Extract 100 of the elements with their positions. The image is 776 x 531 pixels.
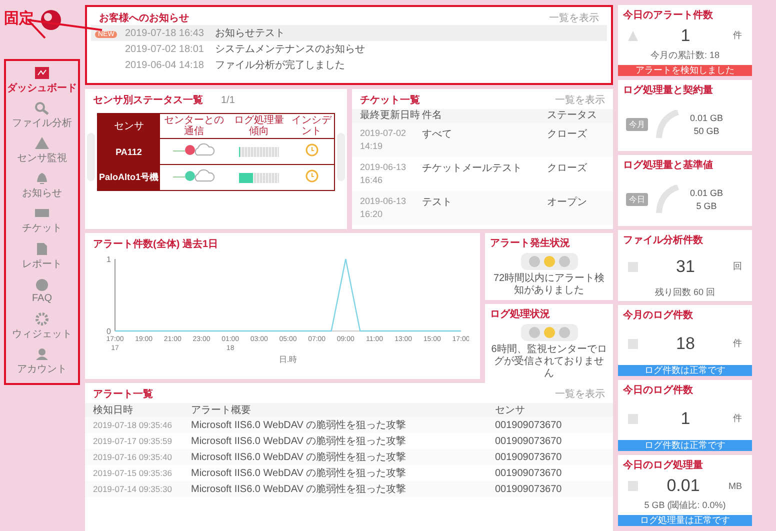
sidebar-item[interactable]: アカウント: [7, 344, 77, 379]
status-message: 72時間以内にアラート検知がありました: [492, 273, 606, 297]
column-header: 検知日時: [93, 404, 134, 417]
widget-title: 今月のログ件数: [622, 308, 694, 322]
logo-icon: [40, 9, 62, 31]
sidebar-item[interactable]: ウィジェット: [7, 308, 77, 344]
widget-value: 1: [680, 408, 690, 428]
widget-value: 1: [680, 26, 690, 46]
alert-summary: Microsoft IIS6.0 WebDAV の脆弱性を狙った攻撃: [191, 434, 408, 448]
status-banner: アラートを検知しました: [618, 65, 752, 76]
notice-row[interactable]: 2019-07-02 18:01 システムメンテナンスのお知らせ: [91, 41, 607, 57]
sensor-name: PA112: [98, 138, 160, 164]
bell-icon: [34, 171, 50, 186]
alert-date: 2019-07-17 09:35:59: [93, 436, 173, 446]
sensor-name: PaloAlto1号機: [98, 164, 160, 190]
panel-title: チケット一覧: [360, 94, 420, 107]
panel-title: アラート発生状況: [490, 236, 570, 250]
alert-summary: Microsoft IIS6.0 WebDAV の脆弱性を狙った攻撃: [191, 418, 408, 432]
dashboard-icon: [34, 66, 50, 80]
status-banner: ログ件数は正常です: [618, 365, 752, 376]
gauge-drawing: [656, 184, 682, 214]
unit-label: 件: [733, 412, 742, 425]
user-icon: [34, 346, 50, 361]
column-header: センターとの通信: [160, 114, 229, 138]
column-header: インシデント: [289, 114, 334, 138]
widget-value: 31: [676, 256, 695, 276]
warning-icon: [628, 30, 638, 40]
panel-title: アラート件数(全体) 過去1日: [93, 238, 218, 251]
used-amount: 0.01 GB: [690, 112, 724, 124]
column-header: センサ: [495, 404, 526, 417]
notice-text: システムメンテナンスのお知らせ: [215, 43, 365, 56]
ticket-time: 14:19: [360, 140, 384, 153]
y-tick-label: 1: [106, 255, 111, 264]
column-header: 最終更新日時: [360, 109, 421, 123]
column-header: 件名: [422, 109, 443, 123]
ticket-status: クローズ: [547, 128, 588, 141]
column-header: アラート概要: [191, 404, 252, 417]
panel-title: アラート一覧: [93, 388, 153, 401]
widget-title: 今日のログ処理量: [622, 458, 704, 472]
limit-amount: 50 GB: [694, 124, 720, 138]
clock-icon: [304, 169, 319, 183]
column-header: ステータス: [547, 109, 598, 123]
sidebar-item[interactable]: レポート: [7, 238, 77, 274]
notice-text: お知らせテスト: [215, 27, 285, 40]
ticket-date: 2019-06-13: [360, 195, 408, 208]
view-all-link[interactable]: 一覧を表示: [555, 93, 605, 107]
alert-summary: Microsoft IIS6.0 WebDAV の脆弱性を狙った攻撃: [191, 450, 408, 464]
panel-title: センサ別ステータス一覧: [93, 94, 203, 107]
sidebar-item[interactable]: センサ監視: [7, 133, 77, 168]
widget-note: 5 GB (閾値比: 0.0%): [643, 499, 727, 512]
notice-text: ファイル分析が完了しました: [215, 58, 345, 72]
widget-value: 0.01: [666, 476, 700, 496]
unit-label: 回: [732, 260, 742, 273]
sensor-id: 001909073670: [495, 484, 563, 494]
ticket-subject: チケットメールテスト: [422, 162, 523, 175]
x-axis-label: 日.時: [278, 355, 298, 364]
period-badge: 今月: [626, 118, 648, 131]
ticket-date: 2019-06-13: [360, 161, 408, 174]
used-amount: 0.01 GB: [690, 186, 724, 200]
alert-summary: Microsoft IIS6.0 WebDAV の脆弱性を狙った攻撃: [191, 482, 408, 496]
alert-date: 2019-07-16 09:35:40: [93, 452, 173, 462]
status-message: 6時間、監視センターでログが受信されておりません: [490, 344, 608, 380]
view-all-link[interactable]: 一覧を表示: [549, 11, 599, 25]
notice-row[interactable]: 2019-06-04 14:18 ファイル分析が完了しました: [91, 57, 607, 73]
sidebar-item[interactable]: チケット: [7, 203, 77, 239]
column-header: ログ処理量傾向: [228, 114, 290, 138]
sidebar-item[interactable]: ダッシュボード: [7, 63, 77, 98]
sidebar-item[interactable]: FAQ: [7, 274, 77, 309]
sensor-id: 001909073670: [495, 452, 563, 462]
period-badge: 今日: [626, 193, 648, 206]
unit-label: 件: [732, 337, 742, 350]
warning-icon: [34, 136, 50, 150]
notice-date: 2019-07-18 16:43: [125, 28, 205, 38]
widget-title: ログ処理量と契約量: [622, 84, 714, 97]
y-tick-label: 0: [106, 327, 111, 336]
ticket-status: クローズ: [547, 162, 588, 175]
widget-title: 今日のアラート件数: [622, 8, 714, 22]
widget-title: ログ処理量と基準値: [622, 158, 714, 172]
panel-title: ログ処理状況: [490, 308, 550, 321]
sidebar-item[interactable]: ファイル分析: [7, 98, 77, 134]
clock-icon: [304, 143, 319, 157]
sensor-id: 001909073670: [495, 468, 563, 478]
widget-note: 今月の累計数: 18: [649, 49, 720, 62]
ticket-subject: すべて: [422, 128, 453, 141]
search-icon: [34, 101, 50, 116]
alert-summary: Microsoft IIS6.0 WebDAV の脆弱性を狙った攻撃: [191, 466, 408, 480]
ticket-subject: テスト: [422, 196, 453, 209]
sidebar-item[interactable]: お知らせ: [7, 168, 77, 204]
notice-date: 2019-06-04 14:18: [125, 60, 205, 70]
notice-date: 2019-07-02 18:01: [125, 44, 205, 54]
view-all-link[interactable]: 一覧を表示: [555, 387, 605, 401]
ticket-status: オープン: [547, 196, 588, 209]
help-icon: [34, 278, 50, 292]
unit-label: 件: [733, 29, 742, 42]
column-header: センサ: [98, 114, 160, 138]
gauge-drawing: [656, 110, 682, 140]
widget-value: 18: [676, 334, 695, 354]
status-banner: ログ処理量は正常です: [618, 515, 752, 526]
gear-icon: [34, 312, 50, 326]
page-indicator: 1/1: [221, 94, 235, 106]
